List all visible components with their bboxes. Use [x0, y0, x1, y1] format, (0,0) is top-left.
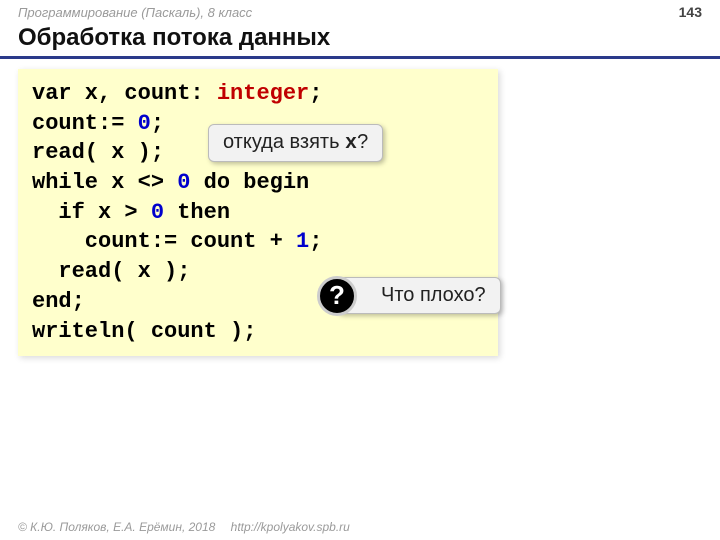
- code-line: count:= count + 1;: [32, 227, 484, 257]
- header-bar: Программирование (Паскаль), 8 класс 143: [0, 0, 720, 22]
- page-title: Обработка потока данных: [0, 22, 720, 59]
- code-line: var x, count: integer;: [32, 79, 484, 109]
- code-line: while x <> 0 do begin: [32, 168, 484, 198]
- question-icon: ?: [317, 276, 357, 316]
- footer-url: http://kpolyakov.spb.ru: [231, 520, 350, 534]
- page-number: 143: [679, 4, 702, 20]
- callout-whats-bad: ? Что плохо?: [336, 277, 501, 314]
- footer: © К.Ю. Поляков, Е.А. Ерёмин, 2018 http:/…: [18, 520, 350, 534]
- code-line: writeln( count );: [32, 317, 484, 347]
- code-line: if x > 0 then: [32, 198, 484, 228]
- callout-where-x: откуда взять x?: [208, 124, 383, 162]
- course-label: Программирование (Паскаль), 8 класс: [18, 5, 252, 20]
- copyright: © К.Ю. Поляков, Е.А. Ерёмин, 2018: [18, 520, 215, 534]
